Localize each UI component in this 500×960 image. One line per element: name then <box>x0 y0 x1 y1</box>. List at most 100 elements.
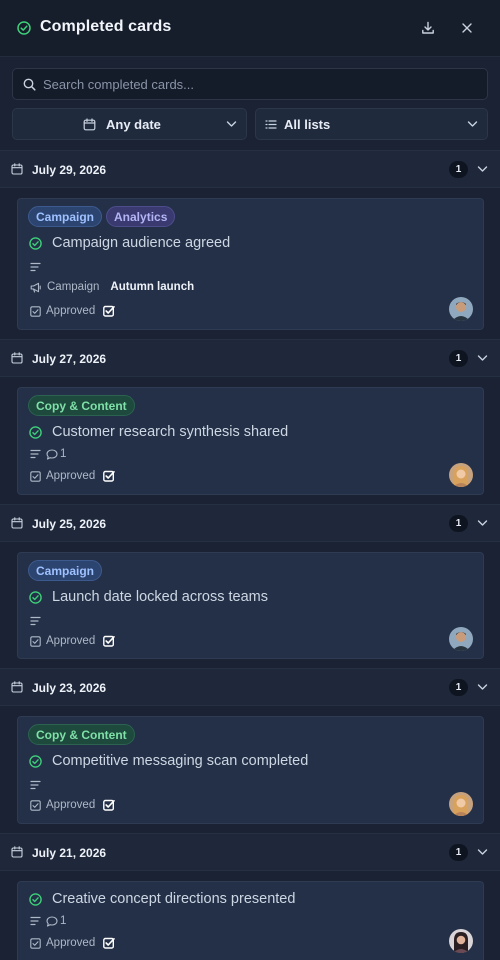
checkbox-icon <box>30 635 41 647</box>
avatar[interactable] <box>449 297 473 321</box>
checked-box-icon <box>103 799 116 811</box>
search-input[interactable] <box>43 69 473 99</box>
description-icon <box>30 449 41 459</box>
group-date: July 27, 2026 <box>32 352 107 366</box>
card-title: Campaign audience agreed <box>52 235 231 251</box>
completed-card[interactable]: Copy & Content Customer research synthes… <box>17 387 484 495</box>
status-label: Approved <box>46 937 96 949</box>
chevron-down-icon <box>477 849 488 855</box>
card-tags: Copy & Content <box>28 724 135 745</box>
card-title: Competitive messaging scan completed <box>52 753 309 769</box>
group-count-badge: 1 <box>449 350 468 367</box>
description-icon <box>30 780 41 790</box>
megaphone-icon <box>30 282 41 293</box>
search-box <box>12 68 488 100</box>
tag-copy-content: Copy & Content <box>28 395 135 416</box>
group-date: July 29, 2026 <box>32 163 107 177</box>
comment-icon <box>46 448 58 460</box>
group-count-badge: 1 <box>449 161 468 178</box>
chevron-down-icon <box>467 121 478 127</box>
check-circle-icon <box>29 237 42 250</box>
group-date: July 25, 2026 <box>32 517 107 531</box>
date-filter-dropdown[interactable]: Any date <box>12 108 247 140</box>
card-badges: 1 <box>30 448 66 460</box>
status-label: Approved <box>46 470 96 482</box>
list-filter-dropdown[interactable]: All lists <box>255 108 488 140</box>
calendar-icon <box>11 163 23 175</box>
date-group-header[interactable]: July 25, 2026 1 <box>0 504 500 542</box>
calendar-icon <box>11 517 23 529</box>
card-badges <box>30 780 41 790</box>
comment-count: 1 <box>60 915 67 927</box>
group-count-badge: 1 <box>449 844 468 861</box>
card-status: Approved <box>30 470 116 482</box>
checkbox-icon <box>30 305 41 317</box>
download-button[interactable] <box>419 19 437 37</box>
check-circle-icon <box>29 893 42 906</box>
search-icon <box>23 78 36 91</box>
card-status: Approved <box>30 635 116 647</box>
status-label: Approved <box>46 635 96 647</box>
calendar-icon <box>11 681 23 693</box>
group-date: July 23, 2026 <box>32 681 107 695</box>
calendar-icon <box>83 118 96 131</box>
chevron-down-icon <box>477 355 488 361</box>
checked-box-icon <box>103 305 116 317</box>
avatar[interactable] <box>449 792 473 816</box>
avatar[interactable] <box>449 627 473 651</box>
card-custom-field: Campaign Autumn launch <box>30 281 194 293</box>
chevron-down-icon <box>477 520 488 526</box>
avatar[interactable] <box>449 929 473 953</box>
comment-count: 1 <box>60 448 67 460</box>
card-status: Approved <box>30 937 116 949</box>
group-count-badge: 1 <box>449 515 468 532</box>
download-icon <box>422 21 434 34</box>
card-tags: Campaign Analytics <box>28 206 176 227</box>
completed-card[interactable]: Campaign Analytics Campaign audience agr… <box>17 198 484 330</box>
close-button[interactable] <box>458 19 476 37</box>
date-group-header[interactable]: July 21, 2026 1 <box>0 833 500 871</box>
card-badges <box>30 262 41 272</box>
card-status: Approved <box>30 799 116 811</box>
card-title: Creative concept directions presented <box>52 891 296 907</box>
check-circle-icon <box>29 426 42 439</box>
group-date: July 21, 2026 <box>32 846 107 860</box>
date-filter-label: Any date <box>106 117 161 132</box>
close-icon <box>462 23 472 33</box>
card-title: Customer research synthesis shared <box>52 424 289 440</box>
description-icon <box>30 616 41 626</box>
completed-card[interactable]: Campaign Launch date locked across teams… <box>17 552 484 659</box>
checked-box-icon <box>103 635 116 647</box>
check-circle-icon <box>29 755 42 768</box>
check-circle-icon <box>17 21 31 35</box>
tag-campaign: Campaign <box>28 206 103 227</box>
description-icon <box>30 916 41 926</box>
checkbox-icon <box>30 799 41 811</box>
chevron-down-icon <box>226 121 237 127</box>
tag-analytics: Analytics <box>106 206 176 227</box>
card-badges: 1 <box>30 915 66 927</box>
date-group-header[interactable]: July 29, 2026 1 <box>0 150 500 188</box>
card-status: Approved <box>30 305 116 317</box>
card-badges <box>30 616 41 626</box>
description-icon <box>30 262 41 272</box>
list-icon <box>265 120 277 129</box>
date-group-header[interactable]: July 27, 2026 1 <box>0 339 500 377</box>
avatar[interactable] <box>449 463 473 487</box>
completed-card[interactable]: Copy & Content Competitive messaging sca… <box>17 716 484 824</box>
group-count-badge: 1 <box>449 679 468 696</box>
calendar-icon <box>11 846 23 858</box>
card-title: Launch date locked across teams <box>52 589 269 605</box>
date-group-header[interactable]: July 23, 2026 1 <box>0 668 500 706</box>
checked-box-icon <box>103 937 116 949</box>
tag-campaign: Campaign <box>28 560 103 581</box>
comment-icon <box>46 915 58 927</box>
checkbox-icon <box>30 937 41 949</box>
calendar-icon <box>11 352 23 364</box>
checked-box-icon <box>103 470 116 482</box>
card-tags: Campaign <box>28 560 103 581</box>
field-label: Campaign <box>47 281 100 293</box>
completed-card[interactable]: Creative concept directions presented 1 … <box>17 881 484 960</box>
check-circle-icon <box>29 591 42 604</box>
chevron-down-icon <box>477 684 488 690</box>
